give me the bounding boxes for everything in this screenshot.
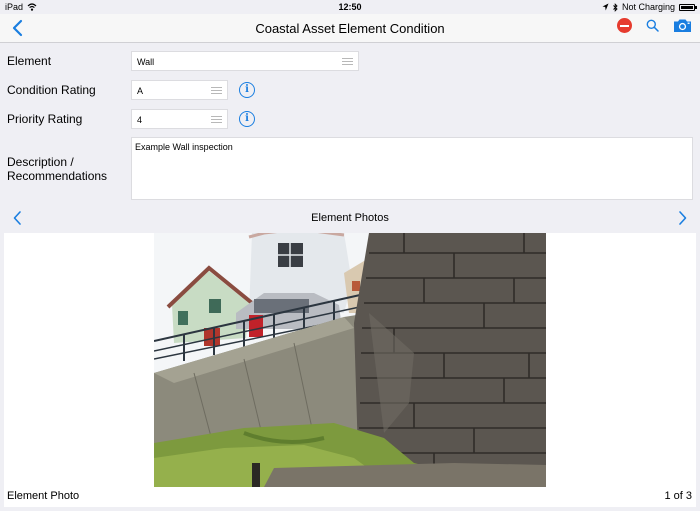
- delete-button[interactable]: [617, 18, 632, 33]
- priority-rating-value: 4: [137, 115, 143, 125]
- description-textarea[interactable]: Example Wall inspection: [131, 137, 693, 200]
- nav-bar: Coastal Asset Element Condition: [0, 14, 700, 43]
- chevron-right-icon: [679, 211, 687, 225]
- photos-header: Element Photos: [0, 205, 700, 229]
- photos-title: Element Photos: [311, 212, 389, 224]
- battery-icon: [679, 3, 697, 11]
- description-value: Example Wall inspection: [135, 142, 233, 152]
- status-bar: iPad 12:50 Not Charging: [0, 0, 700, 14]
- photo-counter: 1 of 3: [664, 490, 692, 502]
- drag-handle-icon: [211, 87, 222, 94]
- description-label-line1: Description /: [7, 155, 74, 169]
- photo-panel: Element Photo 1 of 3: [4, 233, 696, 507]
- element-label: Element: [7, 54, 52, 68]
- priority-rating-select[interactable]: 4: [131, 109, 228, 129]
- bluetooth-icon: [613, 2, 618, 12]
- condition-rating-label: Condition Rating: [7, 83, 96, 97]
- photo-caption: Element Photo: [7, 490, 80, 502]
- element-select[interactable]: Wall: [131, 51, 359, 71]
- element-value: Wall: [137, 57, 155, 67]
- search-icon[interactable]: [646, 19, 659, 32]
- condition-rating-select[interactable]: A: [131, 80, 228, 100]
- location-icon: [602, 3, 609, 11]
- camera-icon[interactable]: [673, 18, 692, 33]
- charging-status: Not Charging: [621, 2, 675, 12]
- element-photo[interactable]: [154, 233, 546, 487]
- status-right: Not Charging: [602, 2, 697, 12]
- condition-rating-value: A: [137, 86, 144, 96]
- status-time: 12:50: [338, 2, 362, 12]
- condition-info-icon[interactable]: i: [239, 82, 255, 98]
- page-title: Coastal Asset Element Condition: [255, 21, 445, 36]
- next-photo-button[interactable]: [675, 209, 689, 227]
- nav-actions: [617, 18, 692, 33]
- drag-handle-icon: [342, 58, 353, 65]
- drag-handle-icon: [211, 116, 222, 123]
- wall-photo-image: [154, 233, 546, 487]
- priority-rating-label: Priority Rating: [7, 112, 83, 126]
- description-label-line2: Recommendations: [7, 169, 108, 183]
- priority-info-icon[interactable]: i: [239, 111, 255, 127]
